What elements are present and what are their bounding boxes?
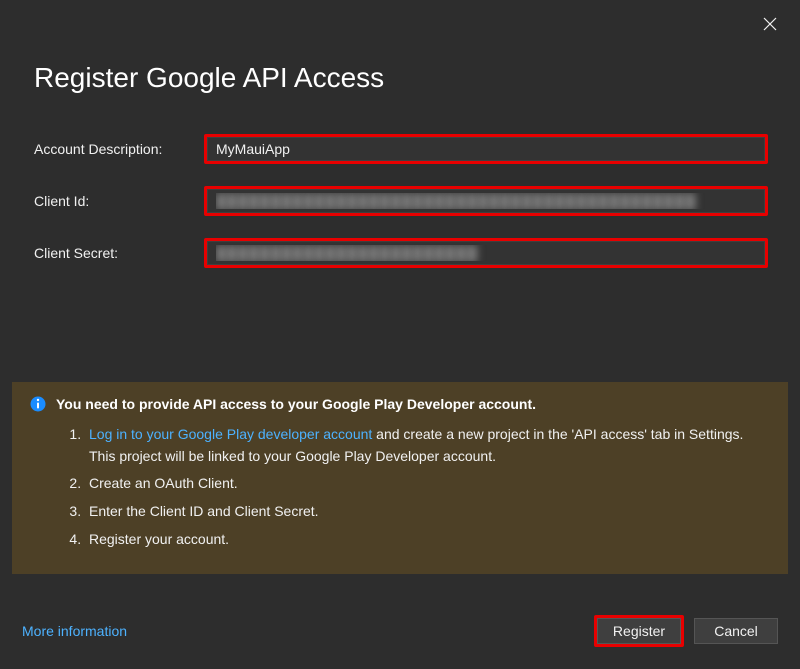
register-button[interactable]: Register: [597, 618, 681, 644]
info-icon: [30, 396, 46, 412]
info-step-1: Log in to your Google Play developer acc…: [85, 424, 770, 467]
info-header: You need to provide API access to your G…: [30, 396, 770, 412]
client-secret-label: Client Secret:: [34, 245, 204, 261]
cancel-button[interactable]: Cancel: [694, 618, 778, 644]
info-title: You need to provide API access to your G…: [56, 396, 536, 412]
client-id-highlight: [204, 186, 768, 216]
info-step-4: Register your account.: [85, 529, 770, 551]
register-api-dialog: Register Google API Access Account Descr…: [0, 0, 800, 669]
dialog-footer: More information Register Cancel: [0, 595, 800, 669]
client-id-row: Client Id:: [34, 186, 768, 216]
info-step-3: Enter the Client ID and Client Secret.: [85, 501, 770, 523]
client-secret-row: Client Secret:: [34, 238, 768, 268]
account-description-input[interactable]: [207, 137, 765, 161]
account-description-row: Account Description:: [34, 134, 768, 164]
client-secret-highlight: [204, 238, 768, 268]
client-secret-input[interactable]: [207, 241, 765, 265]
google-play-login-link[interactable]: Log in to your Google Play developer acc…: [89, 426, 372, 442]
account-description-label: Account Description:: [34, 141, 204, 157]
close-button[interactable]: [758, 12, 782, 36]
more-information-link[interactable]: More information: [22, 623, 127, 639]
account-description-highlight: [204, 134, 768, 164]
register-button-highlight: Register: [594, 615, 684, 647]
form-area: Account Description: Client Id: Client S…: [0, 124, 800, 290]
close-icon: [763, 17, 777, 31]
dialog-title: Register Google API Access: [0, 0, 800, 124]
info-step-2: Create an OAuth Client.: [85, 473, 770, 495]
info-panel: You need to provide API access to your G…: [12, 382, 788, 574]
client-id-input[interactable]: [207, 189, 765, 213]
footer-buttons: Register Cancel: [594, 615, 778, 647]
client-id-label: Client Id:: [34, 193, 204, 209]
info-steps: Log in to your Google Play developer acc…: [30, 424, 770, 550]
